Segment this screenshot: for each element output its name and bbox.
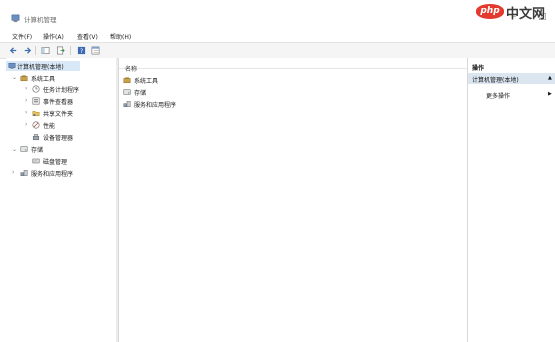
more-actions-arrow-icon[interactable]: ▶ [548, 91, 552, 97]
tree-label: 性能 [43, 123, 56, 130]
chevron-down-icon[interactable]: ⌄ [12, 74, 17, 81]
export-icon[interactable] [56, 46, 65, 55]
window-title: 计算机管理 [24, 16, 57, 24]
tree-label: 事件查看器 [43, 99, 74, 106]
tree-label: 存储 [31, 147, 44, 154]
device-manager-icon [32, 134, 40, 141]
performance-icon [32, 121, 40, 129]
actions-header: 操作 [468, 58, 555, 72]
tree-label: 计算机管理(本地) [17, 64, 64, 71]
toolbar-separator [70, 46, 71, 55]
chevron-down-icon[interactable]: ⌄ [12, 146, 17, 153]
menu-help[interactable]: 帮助(H) [110, 32, 131, 41]
chevron-right-icon[interactable]: › [25, 85, 27, 92]
menu-action[interactable]: 操作(A) [43, 32, 64, 41]
results-pane: 名称 系统工具 存储 服务和应用程序 [118, 58, 467, 342]
title-bar: 计算机管理 – □ php 中文网 [0, 0, 555, 30]
services-apps-icon [20, 170, 28, 176]
more-actions-link[interactable]: 更多操作 [486, 91, 510, 100]
tree-label: 系统工具 [31, 76, 56, 83]
shared-folder-icon [32, 111, 40, 117]
properties-icon[interactable] [91, 46, 100, 55]
column-header-label: 名称 [125, 66, 138, 73]
svg-text:?: ? [80, 48, 83, 55]
forward-arrow-icon[interactable] [23, 46, 32, 55]
list-item-label: 系统工具 [134, 78, 159, 85]
help-icon[interactable]: ? [77, 46, 86, 55]
toolbar-separator [35, 46, 36, 55]
disk-management-icon [32, 158, 40, 164]
tree-label: 磁盘管理 [43, 159, 68, 166]
computer-management-icon [11, 14, 20, 23]
toolbar: ? [0, 42, 555, 59]
clock-icon [32, 85, 40, 93]
collapse-arrow-icon[interactable]: ▲ [548, 75, 552, 81]
tree-label: 设备管理器 [43, 135, 74, 142]
actions-header-label: 操作 [472, 65, 485, 72]
column-header-name[interactable]: 名称 [119, 58, 467, 73]
chevron-right-icon[interactable]: › [25, 121, 27, 128]
actions-section-label: 计算机管理(本地) [472, 77, 519, 84]
console-tree: 计算机管理(本地) ⌄ 系统工具 › 任务计划程序 › 事件查看器 › 共享文件… [6, 58, 116, 342]
chevron-right-icon[interactable]: › [12, 169, 14, 176]
chevron-right-icon[interactable]: › [25, 97, 27, 104]
chevron-right-icon[interactable]: › [25, 109, 27, 116]
watermark-logo: php [476, 4, 504, 19]
console-tree-icon[interactable] [41, 46, 50, 55]
storage-icon [20, 146, 28, 152]
watermark-text: 中文网 [506, 7, 546, 22]
tree-item-root[interactable]: 计算机管理(本地) [6, 61, 80, 71]
menu-view[interactable]: 查看(V) [77, 32, 98, 41]
event-viewer-icon [32, 97, 40, 105]
storage-icon [123, 89, 131, 95]
back-arrow-icon[interactable] [9, 46, 18, 55]
watermark: php 中文网 [476, 2, 551, 24]
tree-label: 服务和应用程序 [31, 171, 74, 178]
actions-pane: 操作 计算机管理(本地) ▲ 更多操作 ▶ [467, 58, 555, 342]
menu-bar: 文件(F) 操作(A) 查看(V) 帮助(H) [0, 30, 555, 41]
toolbox-icon [20, 74, 28, 82]
services-apps-icon [123, 101, 131, 107]
tree-label: 共享文件夹 [43, 111, 74, 118]
tree-label: 任务计划程序 [43, 87, 80, 94]
computer-icon [8, 62, 16, 69]
list-item-label: 服务和应用程序 [134, 102, 177, 109]
menu-file[interactable]: 文件(F) [12, 32, 32, 41]
actions-section-computer-management[interactable]: 计算机管理(本地) ▲ [468, 73, 555, 84]
toolbox-icon [123, 76, 131, 84]
list-item-label: 存储 [134, 90, 147, 97]
